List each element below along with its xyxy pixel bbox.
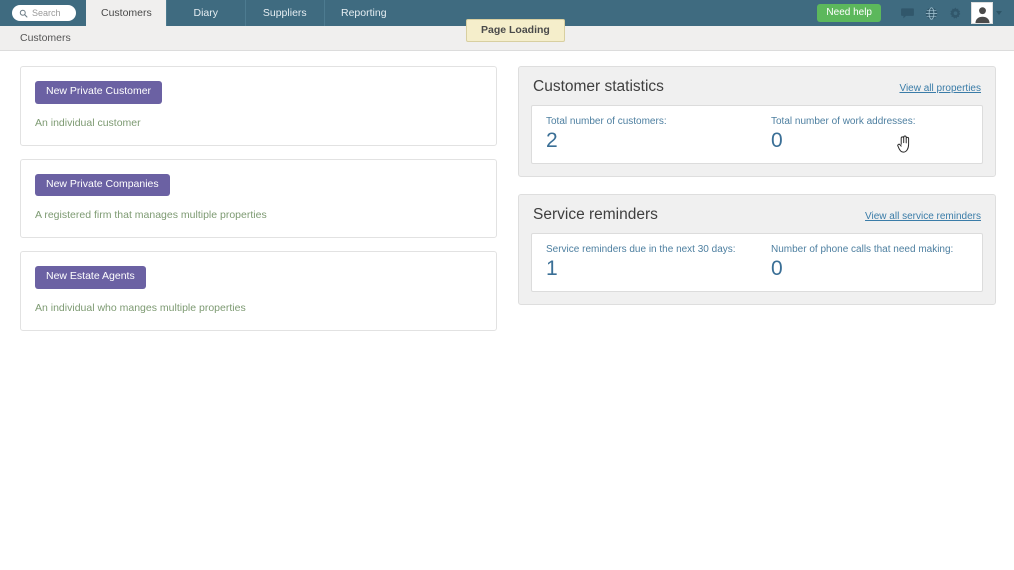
customer-statistics-panel: Customer statistics View all properties … xyxy=(518,66,996,178)
search-input[interactable]: Search xyxy=(12,5,76,21)
search-placeholder-text: Search xyxy=(32,7,61,18)
statistics-column: Customer statistics View all properties … xyxy=(518,66,996,322)
view-all-service-reminders-link[interactable]: View all service reminders xyxy=(865,211,981,222)
tab-reporting-label: Reporting xyxy=(341,7,387,19)
service-reminders-title: Service reminders xyxy=(533,206,658,224)
globe-icon[interactable] xyxy=(919,0,943,26)
stat-total-work-addresses: Total number of work addresses: 0 xyxy=(757,116,982,152)
service-reminders-header: Service reminders View all service remin… xyxy=(531,206,983,233)
stat-reminders-due-label: Service reminders due in the next 30 day… xyxy=(546,244,736,256)
service-reminders-body: Service reminders due in the next 30 day… xyxy=(531,233,983,293)
customer-statistics-body: Total number of customers: 2 Total numbe… xyxy=(531,105,983,165)
need-help-button[interactable]: Need help xyxy=(817,4,881,22)
action-card-private-companies: New Private Companies A registered firm … xyxy=(20,158,497,239)
tab-customers[interactable]: Customers xyxy=(86,0,166,26)
tab-diary-label: Diary xyxy=(193,7,219,19)
action-card-estate-agents: New Estate Agents An individual who mang… xyxy=(20,251,497,331)
private-customer-description: An individual customer xyxy=(35,116,141,129)
user-avatar[interactable] xyxy=(971,2,993,24)
tab-customers-label: Customers xyxy=(101,7,152,19)
stat-phone-calls-label: Number of phone calls that need making: xyxy=(771,244,954,256)
header-left-group: Search Customers Diary Suppliers Reporti… xyxy=(0,0,403,26)
page-loading-toast: Page Loading xyxy=(466,19,565,42)
actions-column: New Private Customer An individual custo… xyxy=(20,66,497,344)
main-navigation-tabs: Customers Diary Suppliers Reporting xyxy=(86,0,403,26)
search-container: Search xyxy=(0,0,86,26)
avatar-chevron-down-icon[interactable] xyxy=(996,11,1002,15)
gear-icon[interactable] xyxy=(943,0,967,26)
new-private-companies-button[interactable]: New Private Companies xyxy=(35,173,170,197)
search-icon xyxy=(19,9,28,18)
private-companies-description: A registered firm that manages multiple … xyxy=(35,209,267,222)
stat-phone-calls: Number of phone calls that need making: … xyxy=(757,244,982,280)
stat-reminders-due: Service reminders due in the next 30 day… xyxy=(532,244,757,280)
tab-diary[interactable]: Diary xyxy=(165,0,245,26)
page-loading-label: Page Loading xyxy=(481,24,550,36)
stat-total-work-addresses-value: 0 xyxy=(771,129,783,152)
stat-total-customers-label: Total number of customers: xyxy=(546,116,667,127)
customer-statistics-title: Customer statistics xyxy=(533,78,664,95)
tab-suppliers-label: Suppliers xyxy=(262,7,307,19)
customer-statistics-header: Customer statistics View all properties xyxy=(531,78,983,105)
chat-bubble-icon[interactable] xyxy=(895,0,919,26)
breadcrumb-item-customers[interactable]: Customers xyxy=(20,32,71,44)
service-reminders-panel: Service reminders View all service remin… xyxy=(518,194,996,306)
stat-total-customers-value: 2 xyxy=(546,129,558,152)
view-all-properties-link[interactable]: View all properties xyxy=(899,83,981,94)
stat-total-work-addresses-label: Total number of work addresses: xyxy=(771,116,916,127)
header-spacer xyxy=(402,0,818,26)
estate-agents-description: An individual who manges multiple proper… xyxy=(35,301,246,314)
main-content: New Private Customer An individual custo… xyxy=(0,51,1014,570)
new-private-customer-button[interactable]: New Private Customer xyxy=(35,81,163,104)
tab-reporting[interactable]: Reporting xyxy=(323,0,403,26)
tab-suppliers[interactable]: Suppliers xyxy=(244,0,324,26)
stat-phone-calls-value: 0 xyxy=(771,257,783,281)
new-estate-agents-button[interactable]: New Estate Agents xyxy=(35,266,146,289)
stat-reminders-due-value: 1 xyxy=(546,257,558,281)
need-help-label: Need help xyxy=(826,7,872,18)
action-card-private-customer: New Private Customer An individual custo… xyxy=(20,66,497,146)
stat-total-customers: Total number of customers: 2 xyxy=(532,116,757,152)
header-right-group: Need help xyxy=(817,0,1014,26)
